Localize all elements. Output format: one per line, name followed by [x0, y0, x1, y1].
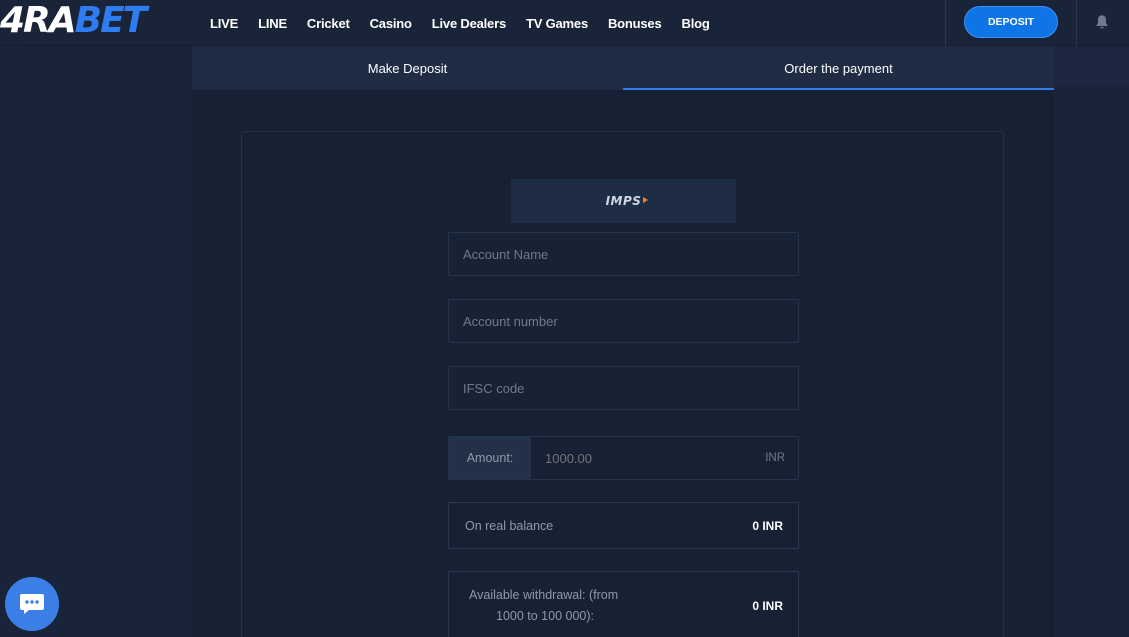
account-name-input[interactable] [449, 233, 798, 275]
account-number-field [448, 299, 799, 343]
payment-method-logo: IMPS [511, 179, 736, 223]
imps-logo: IMPS [605, 194, 649, 208]
nav-item-cricket[interactable]: Cricket [307, 16, 350, 31]
tab-order-payment[interactable]: Order the payment [623, 46, 1054, 90]
payment-tabs: Make Deposit Order the payment [192, 46, 1054, 90]
bell-icon[interactable] [1095, 14, 1109, 30]
top-navigation-bar: 4RABET LIVE LINE Cricket Casino Live Dea… [0, 0, 1129, 46]
nav-item-bonuses[interactable]: Bonuses [608, 16, 662, 31]
brand-logo[interactable]: 4RABET [0, 0, 148, 41]
withdrawal-label-line1: Available withdrawal: (from [469, 588, 619, 602]
amount-currency: INR [765, 452, 785, 464]
logo-suffix: BET [74, 0, 148, 41]
chat-icon [20, 594, 44, 614]
amount-label: Amount: [449, 437, 531, 479]
real-balance-value: 0 INR [752, 519, 783, 533]
amount-field: Amount: INR [448, 436, 799, 480]
nav-item-live[interactable]: LIVE [210, 16, 238, 31]
account-number-input[interactable] [449, 300, 798, 342]
withdrawal-value: 0 INR [752, 599, 783, 613]
nav-item-live-dealers[interactable]: Live Dealers [432, 16, 506, 31]
tab-make-deposit[interactable]: Make Deposit [192, 46, 623, 90]
ifsc-code-input[interactable] [449, 367, 798, 409]
available-withdrawal-box: Available withdrawal: (from 1000 to 100 … [448, 571, 799, 637]
chat-button[interactable] [5, 577, 59, 631]
header-divider [1076, 0, 1077, 46]
payment-form-card: IMPS Amount: INR On real balance 0 INR A… [241, 131, 1004, 637]
real-balance-box: On real balance 0 INR [448, 502, 799, 549]
header-divider [945, 0, 946, 46]
real-balance-label: On real balance [465, 519, 554, 533]
nav-item-tv-games[interactable]: TV Games [526, 16, 588, 31]
background-strip [1054, 46, 1129, 86]
main-nav: LIVE LINE Cricket Casino Live Dealers TV… [210, 0, 730, 46]
ifsc-code-field [448, 366, 799, 410]
nav-item-casino[interactable]: Casino [370, 16, 412, 31]
payment-panel: Make Deposit Order the payment IMPS Amou… [192, 46, 1054, 637]
background-strip [28, 46, 192, 86]
amount-input[interactable] [531, 437, 798, 479]
withdrawal-label-line2: 1000 to 100 000): [496, 609, 594, 623]
deposit-button[interactable]: DEPOSIT [964, 6, 1058, 38]
nav-item-line[interactable]: LINE [258, 16, 287, 31]
account-name-field [448, 232, 799, 276]
nav-item-blog[interactable]: Blog [682, 16, 710, 31]
logo-prefix: 4RA [0, 0, 77, 41]
